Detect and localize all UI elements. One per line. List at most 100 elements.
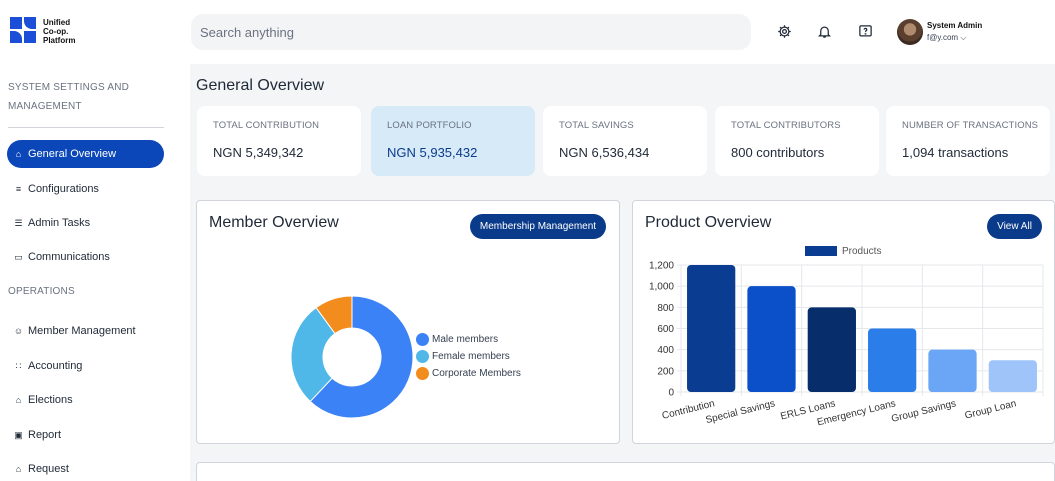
stat-value: NGN 5,349,342	[213, 145, 304, 160]
chat-icon: ▭	[14, 251, 23, 262]
member-overview-title: Member Overview	[209, 214, 339, 231]
stat-value: 1,094 transactions	[902, 145, 1009, 160]
product-bar-chart: Products02004006008001,0001,200Contribut…	[649, 246, 1044, 428]
product-overview-title: Product Overview	[645, 214, 772, 231]
sidebar-item-label: Communications	[28, 251, 110, 263]
help-icon[interactable]	[857, 23, 873, 39]
sidebar-item-label: Configurations	[28, 183, 99, 195]
bar-group-loan[interactable]	[988, 360, 1037, 392]
bar-erls-loans[interactable]	[807, 307, 856, 392]
y-tick-label: 0	[668, 388, 674, 399]
accounting-icon: ∷	[15, 360, 22, 371]
report-icon: ▣	[14, 429, 23, 440]
logo-line: Platform	[43, 35, 76, 45]
app-root: Unified Co-op. Platform SYSTEM SETTINGS …	[0, 0, 1055, 481]
page-title: General Overview	[196, 77, 325, 94]
main-content: General Overview TOTAL CONTRIBUTION NGN …	[190, 64, 1055, 481]
sidebar-item-admin-tasks[interactable]: ☰ Admin Tasks	[7, 209, 164, 237]
app-logo[interactable]: Unified Co-op. Platform	[10, 17, 75, 45]
stat-label: NUMBER OF TRANSACTIONS	[902, 120, 1039, 131]
sidebar-item-general-overview[interactable]: ⌂ General Overview	[7, 140, 164, 168]
config-icon: ≡	[15, 184, 22, 194]
legend-label: Male members	[432, 334, 499, 345]
gear-icon[interactable]	[776, 23, 792, 39]
membership-management-button[interactable]: Membership Management	[470, 214, 606, 239]
bottom-card	[196, 462, 1055, 481]
legend-label: Female members	[432, 351, 510, 362]
bar-special-savings[interactable]	[747, 286, 796, 392]
stat-label: TOTAL CONTRIBUTORS	[731, 120, 841, 131]
user-name: System Admin	[927, 21, 983, 30]
avatar[interactable]	[897, 19, 923, 45]
sidebar-item-request[interactable]: ⌂ Request	[7, 455, 164, 481]
logo-mark-icon	[10, 17, 38, 45]
section-title-operations: OPERATIONS	[8, 286, 75, 297]
logo-line: Co-op.	[43, 26, 69, 36]
x-tick-label: Special Savings	[705, 398, 777, 426]
y-tick-label: 200	[657, 366, 674, 377]
legend-swatch	[416, 333, 429, 346]
sidebar-item-label: Accounting	[28, 360, 83, 372]
bell-icon[interactable]	[816, 23, 832, 39]
stat-card-total-savings[interactable]: TOTAL SAVINGS NGN 6,536,434	[543, 106, 707, 176]
y-tick-label: 800	[657, 303, 674, 314]
stat-card-loan-portfolio[interactable]: LOAN PORTFOLIO NGN 5,935,432	[371, 106, 535, 176]
sidebar-item-label: Member Management	[28, 325, 136, 337]
legend-swatch	[805, 246, 837, 256]
sidebar-divider	[8, 127, 164, 128]
elections-icon: ⌂	[15, 395, 22, 405]
user-email: f@y.com	[927, 33, 959, 42]
stat-card-number-of-transactions[interactable]: NUMBER OF TRANSACTIONS 1,094 transaction…	[886, 106, 1050, 176]
section-title-line: SYSTEM SETTINGS AND	[8, 82, 130, 93]
stat-label: TOTAL CONTRIBUTION	[213, 120, 320, 131]
y-tick-label: 1,000	[649, 282, 674, 293]
sidebar-item-label: Admin Tasks	[28, 217, 91, 229]
sidebar: Unified Co-op. Platform SYSTEM SETTINGS …	[0, 0, 190, 481]
sidebar-item-label: Request	[28, 463, 69, 475]
people-icon: ☺	[13, 326, 24, 336]
section-title-line: MANAGEMENT	[8, 101, 82, 112]
section-title-system-settings: SYSTEM SETTINGS AND MANAGEMENT	[8, 78, 129, 116]
x-tick-label: Group Loan	[964, 398, 1018, 421]
legend-female-members[interactable]: Female members	[416, 350, 510, 363]
stat-card-total-contributors[interactable]: TOTAL CONTRIBUTORS 800 contributors	[715, 106, 879, 176]
chevron-down-icon[interactable]: ⌵	[960, 33, 966, 42]
user-email-row: f@y.com ⌵	[927, 32, 982, 44]
user-info: System Admin f@y.com ⌵	[927, 20, 982, 44]
sidebar-item-accounting[interactable]: ∷ Accounting	[7, 352, 164, 380]
sidebar-item-elections[interactable]: ⌂ Elections	[7, 386, 164, 414]
legend-corporate-members[interactable]: Corporate Members	[416, 367, 521, 380]
request-icon: ⌂	[15, 464, 22, 474]
member-overview-card: Member Overview Membership Management Ma…	[196, 200, 620, 444]
user-menu[interactable]: System Admin f@y.com ⌵	[897, 19, 982, 45]
search-input[interactable]	[200, 24, 751, 40]
stat-label: TOTAL SAVINGS	[559, 120, 634, 131]
legend-swatch	[416, 350, 429, 363]
bar-contribution[interactable]	[687, 265, 736, 392]
stat-value: 800 contributors	[731, 145, 825, 160]
logo-text: Unified Co-op. Platform	[43, 18, 75, 45]
sidebar-item-label: Report	[28, 429, 62, 441]
sidebar-item-configurations[interactable]: ≡ Configurations	[7, 175, 164, 203]
bar-group-savings[interactable]	[928, 349, 977, 392]
sidebar-item-label: Elections	[28, 394, 73, 406]
stat-value: NGN 5,935,432	[387, 145, 478, 160]
member-donut-chart	[290, 295, 414, 419]
view-all-button[interactable]: View All	[987, 214, 1042, 239]
sidebar-item-communications[interactable]: ▭ Communications	[7, 243, 164, 271]
y-tick-label: 1,200	[649, 261, 674, 272]
sidebar-item-report[interactable]: ▣ Report	[7, 421, 164, 449]
legend-label: Corporate Members	[432, 368, 521, 379]
legend-male-members[interactable]: Male members	[416, 333, 498, 346]
search-bar[interactable]	[191, 14, 751, 50]
legend-swatch	[416, 367, 429, 380]
bar-emergency-loans[interactable]	[868, 328, 917, 393]
sidebar-item-label: General Overview	[28, 148, 117, 160]
stat-card-total-contribution[interactable]: TOTAL CONTRIBUTION NGN 5,349,342	[197, 106, 361, 176]
x-tick-label: Group Savings	[890, 398, 957, 425]
tasks-icon: ☰	[14, 217, 23, 228]
stat-value: NGN 6,536,434	[559, 145, 650, 160]
y-tick-label: 400	[657, 345, 674, 356]
sidebar-item-member-management[interactable]: ☺ Member Management	[7, 317, 164, 345]
stat-label: LOAN PORTFOLIO	[387, 120, 472, 131]
